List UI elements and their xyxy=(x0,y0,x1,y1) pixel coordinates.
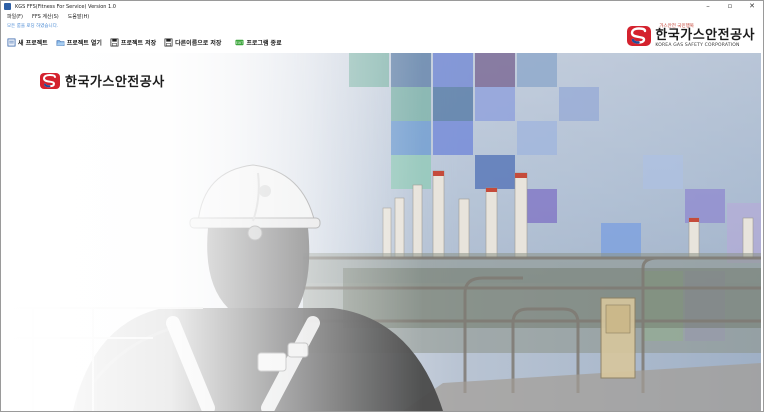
open-project-label: 프로젝트 열기 xyxy=(66,39,102,47)
maximize-button[interactable]: ▫ xyxy=(719,1,741,12)
logo-english-name: KOREA GAS SAFETY CORPORATION xyxy=(655,43,740,48)
svg-text:EXIT: EXIT xyxy=(236,40,243,44)
window-controls: – ▫ ✕ xyxy=(697,1,763,12)
exit-icon: EXIT xyxy=(235,39,244,45)
save-project-label: 프로젝트 저장 xyxy=(120,39,157,47)
app-icon xyxy=(4,3,11,10)
save-as-button[interactable]: 다른이름으로 저장 xyxy=(164,35,221,49)
open-project-icon xyxy=(56,39,65,46)
new-project-button[interactable]: 새 프로젝트 xyxy=(7,35,48,49)
title-bar: KGS FFS(Fitness For Service) Version 1.0… xyxy=(1,1,763,12)
status-hint: 모든 룸을 로딩 하였습니다. xyxy=(7,24,59,29)
exit-program-button[interactable]: EXIT 프로그램 종료 xyxy=(235,35,282,49)
toolbar: 새 프로젝트 프로젝트 열기 프로젝트 저장 다른이름으로 저장 EXIT 프로… xyxy=(7,35,290,49)
menu-bar: 파일(F) FFS 계산(S) 도움말(H) xyxy=(1,12,98,21)
new-project-icon xyxy=(7,38,16,46)
background-image: 한국가스안전공사 xyxy=(3,53,761,411)
menu-file[interactable]: 파일(F) xyxy=(7,13,23,20)
app-window: KGS FFS(Fitness For Service) Version 1.0… xyxy=(0,0,764,412)
close-button[interactable]: ✕ xyxy=(741,1,763,12)
corporate-logo: 가스안전 국민행복 한국가스안전공사 KOREA GAS SAFETY CORP… xyxy=(626,23,755,48)
kgs-logo-icon xyxy=(627,25,652,46)
window-title: KGS FFS(Fitness For Service) Version 1.0 xyxy=(15,3,116,10)
save-project-button[interactable]: 프로젝트 저장 xyxy=(110,35,156,49)
save-project-icon xyxy=(110,38,119,46)
new-project-label: 새 프로젝트 xyxy=(18,39,48,47)
save-as-icon xyxy=(164,38,173,46)
menu-ffs-calc[interactable]: FFS 계산(S) xyxy=(32,13,59,20)
exit-program-label: 프로그램 종료 xyxy=(246,39,282,47)
hero-logo: 한국가스안전공사 xyxy=(39,71,165,90)
hero-logo-name: 한국가스안전공사 xyxy=(65,75,165,90)
minimize-button[interactable]: – xyxy=(697,1,719,12)
save-as-label: 다른이름으로 저장 xyxy=(175,39,222,47)
logo-name: 한국가스안전공사 xyxy=(655,28,755,43)
kgs-hero-logo-icon xyxy=(40,72,60,89)
menu-help[interactable]: 도움말(H) xyxy=(68,13,89,20)
open-project-button[interactable]: 프로젝트 열기 xyxy=(56,35,102,49)
